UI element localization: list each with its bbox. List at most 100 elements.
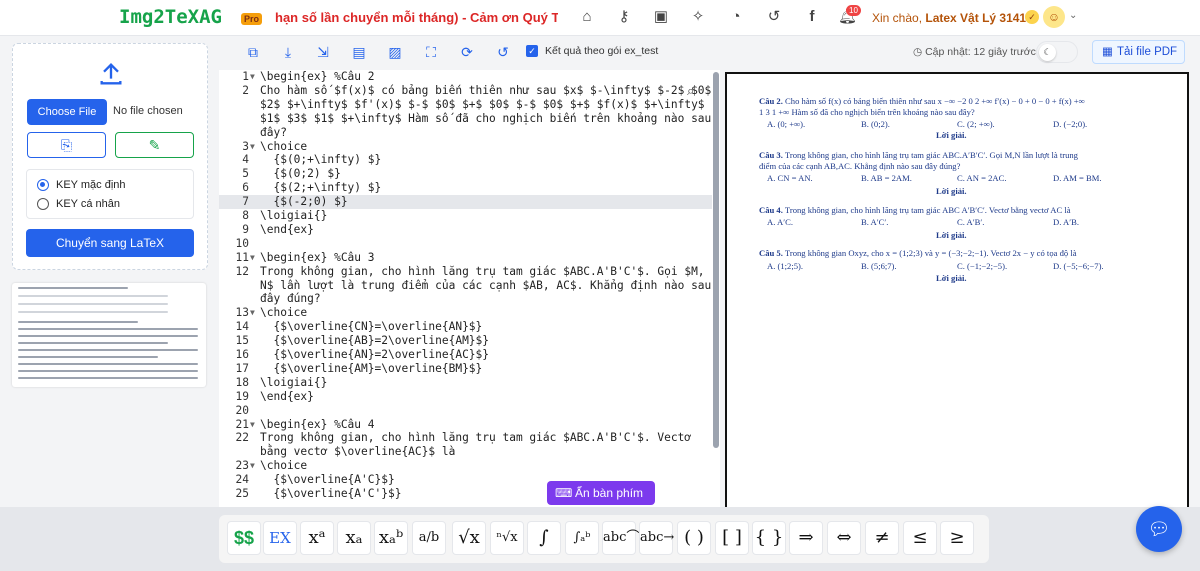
refresh-icon[interactable]: ⟳ <box>459 44 475 60</box>
editor-line[interactable]: 3 ▼ \choice <box>219 140 712 154</box>
radio-selected[interactable] <box>37 179 49 191</box>
editor-line[interactable]: 1 ▼ \begin{ex} %Câu 2 <box>219 70 712 84</box>
sub-super-key[interactable]: xₐᵇ <box>374 521 408 555</box>
image-icon[interactable]: ▣ <box>652 8 670 26</box>
home-icon[interactable]: ⌂ <box>578 8 596 26</box>
fraction-key[interactable]: a/b <box>412 521 446 555</box>
download-pdf-button[interactable]: ▦ Tải file PDF <box>1092 40 1185 64</box>
editor-line[interactable]: 16 {$\overline{AN}=2\overline{AC}$} <box>219 348 712 362</box>
editor-line[interactable]: 6 {$(2;+\infty) $} <box>219 181 712 195</box>
hide-keyboard-button[interactable]: ⌨ Ẩn bàn phím <box>547 481 655 505</box>
radio-unselected[interactable] <box>37 198 49 210</box>
choose-file-button[interactable]: Choose File <box>27 99 107 125</box>
radio-key-default[interactable]: KEY mặc định <box>37 179 126 191</box>
upload-icon[interactable] <box>97 60 125 88</box>
superscript-key[interactable]: xᵃ <box>300 521 334 555</box>
code-text: \loigiai{} <box>260 209 328 222</box>
search-icon[interactable]: ⌕ <box>687 83 694 99</box>
nroot-key[interactable]: ⁿ√x <box>490 521 524 555</box>
editor-line[interactable]: đây? <box>219 126 712 140</box>
editor-line[interactable]: $2$ $+\infty$ $f'(x)$ $-$ $0$ $+$ $0$ $-… <box>219 98 712 112</box>
editor-line[interactable]: 8 \loigiai{} <box>219 209 712 223</box>
q4-solution: Lời giải. <box>936 230 967 240</box>
paste-button[interactable]: ⎘ <box>27 132 106 158</box>
integral-key[interactable]: ∫ <box>527 521 561 555</box>
q2-choice-a: A. (0; +∞). <box>767 119 806 129</box>
vector-key[interactable]: abc→ <box>639 521 674 555</box>
iff-key[interactable]: ⇔ <box>827 521 861 555</box>
editor-line[interactable]: 20 <box>219 404 712 418</box>
convert-latex-button[interactable]: Chuyển sang LaTeX <box>26 229 194 257</box>
editor-line[interactable]: 15 {$\overline{AB}=2\overline{AM}$} <box>219 334 712 348</box>
implies-key[interactable]: ⇒ <box>789 521 823 555</box>
facebook-icon[interactable]: f <box>803 8 821 26</box>
image-icon[interactable]: ▨ <box>387 44 403 60</box>
geq-key[interactable]: ≥ <box>940 521 974 555</box>
code-text: \begin{ex} %Câu 4 <box>260 417 375 431</box>
line-number: 24 <box>235 473 249 487</box>
document-icon[interactable]: ▤ <box>351 44 367 60</box>
result-checkbox[interactable]: ✓ <box>526 45 538 57</box>
editor-line[interactable]: 7 {$(-2;0) $} <box>219 195 712 210</box>
chevron-down-icon[interactable]: ⌄ <box>1069 10 1077 21</box>
clock-icon: ◷ <box>913 46 923 58</box>
scan-icon[interactable]: ⛶ <box>423 44 439 60</box>
editor-line[interactable]: 5 {$(0;2) $} <box>219 167 712 181</box>
editor-line[interactable]: $1$ $3$ $1$ $+\infty$ Hàm số đã cho nghị… <box>219 112 712 126</box>
editor-line[interactable]: 21 ▼ \begin{ex} %Câu 4 <box>219 418 712 432</box>
editor-scrollbar[interactable] <box>713 72 719 448</box>
theme-toggle[interactable]: ☾ <box>1036 41 1078 63</box>
editor-line[interactable]: đây đúng? <box>219 292 712 306</box>
editor-line[interactable]: 17 {$\overline{AM}=\overline{BM}$} <box>219 362 712 376</box>
editor-line[interactable]: 19 \end{ex} <box>219 390 712 404</box>
export-icon[interactable]: ⇲ <box>315 44 331 60</box>
fold-arrow-icon[interactable]: ▼ <box>250 140 255 154</box>
fold-arrow-icon[interactable]: ▼ <box>250 251 255 265</box>
editor-line[interactable]: 10 <box>219 237 712 251</box>
editor-line[interactable]: 13 ▼ \choice <box>219 306 712 320</box>
editor-line[interactable]: N$ lần lượt là trung điểm của các cạnh $… <box>219 279 712 293</box>
fold-arrow-icon[interactable]: ▼ <box>250 70 255 84</box>
subscript-key[interactable]: xₐ <box>337 521 371 555</box>
editor-line[interactable]: 9 \end{ex} <box>219 223 712 237</box>
editor-line[interactable]: 23 ▼ \choice <box>219 459 712 473</box>
line-number: 21 <box>235 417 249 431</box>
history-icon[interactable]: ↺ <box>495 44 511 60</box>
fold-arrow-icon[interactable]: ▼ <box>250 459 255 473</box>
ex-key[interactable]: EX <box>263 521 297 555</box>
copy-icon[interactable]: ⧉ <box>245 44 261 60</box>
brackets-key[interactable]: [ ] <box>715 521 749 555</box>
fold-arrow-icon[interactable]: ▼ <box>250 306 255 320</box>
avatar[interactable]: ☺ <box>1043 6 1065 28</box>
fold-arrow-icon[interactable]: ▼ <box>250 418 255 432</box>
parentheses-key[interactable]: ( ) <box>677 521 711 555</box>
editor-line[interactable]: 4 {$(0;+\infty) $} <box>219 153 712 167</box>
not-equal-key[interactable]: ≠ <box>865 521 899 555</box>
definite-integral-key[interactable]: ∫ₐᵇ <box>565 521 599 555</box>
latex-editor[interactable]: 1 ▼ \begin{ex} %Câu 2 2 Cho hàm số $f(x)$ có… <box>219 70 720 507</box>
braces-key[interactable]: { } <box>752 521 786 555</box>
editor-line[interactable]: 2 Cho hàm số $f(x)$ có bảng biến thiên nh… <box>219 84 712 98</box>
editor-line[interactable]: 11 ▼ \begin{ex} %Câu 3 <box>219 251 712 265</box>
sqrt-key[interactable]: √x <box>452 521 486 555</box>
pdf-file-icon: ▦ <box>1102 46 1113 58</box>
editor-line[interactable]: 22 Trong không gian, cho hình lăng trụ ta… <box>219 431 712 445</box>
editor-line[interactable]: 18 \loigiai{} <box>219 376 712 390</box>
editor-line[interactable]: 14 {$\overline{CN}=\overline{AN}$} <box>219 320 712 334</box>
source-image-thumbnail[interactable] <box>12 283 206 387</box>
editor-line[interactable]: bằng vectơ $\overline{AC}$ là <box>219 445 712 459</box>
key-icon[interactable]: ⚷ <box>615 8 633 26</box>
history-icon[interactable]: ↺ <box>765 8 783 26</box>
dollar-key[interactable]: $$ <box>227 521 261 555</box>
gauge-icon[interactable]: ◔ <box>727 8 745 26</box>
edit-button[interactable]: ✎ <box>115 132 194 158</box>
key-options: KEY mặc định KEY cá nhân <box>26 169 194 219</box>
app-logo[interactable]: Img2TeXAG <box>119 6 222 28</box>
leq-key[interactable]: ≤ <box>903 521 937 555</box>
download-icon[interactable]: ⤓ <box>280 44 296 60</box>
chat-button[interactable]: 💬︎ <box>1136 506 1182 552</box>
magic-wand-icon[interactable]: ✧ <box>689 8 707 26</box>
radio-key-personal[interactable]: KEY cá nhân <box>37 198 120 210</box>
arc-key[interactable]: abc⌒ <box>602 521 639 555</box>
editor-line[interactable]: 12 Trong không gian, cho hình lăng trụ ta… <box>219 265 712 279</box>
